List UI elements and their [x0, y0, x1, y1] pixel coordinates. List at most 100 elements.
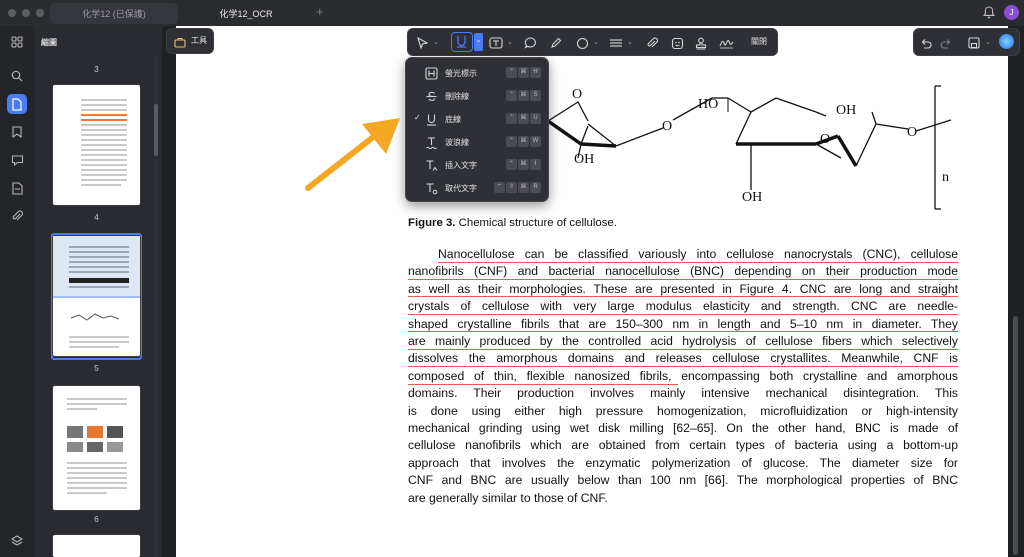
paperclip-icon[interactable] [644, 35, 660, 51]
chevron-down-icon[interactable]: ⌄ [474, 33, 483, 51]
close-window-button[interactable] [8, 9, 16, 17]
apps-grid-icon[interactable] [7, 32, 27, 52]
shortcut-key: ⌘ [518, 113, 529, 124]
paragraph-line: shaped crystalline fibrils that are 150–… [408, 316, 958, 331]
chevron-down-icon[interactable]: ⌄ [433, 38, 439, 46]
chevron-down-icon[interactable]: ⌄ [507, 38, 513, 46]
tools-button[interactable]: 工具 [166, 28, 214, 54]
paragraph-line: is done using either high pressure homog… [408, 403, 958, 418]
figure-caption-text: Chemical structure of cellulose. [455, 217, 617, 229]
insert-text-icon [425, 159, 438, 172]
page-thumbnail-5[interactable] [53, 236, 140, 356]
textbox-icon[interactable] [488, 35, 504, 51]
paragraph-line: Nanocellulose can be classified variousl… [438, 247, 958, 261]
checkmark-icon: ✓ [414, 113, 421, 122]
underline-icon [425, 113, 438, 126]
menu-item-insert-text[interactable]: 插入文字 ⌃ ⌘ I [406, 154, 548, 177]
right-toolbar: ⌄ [913, 28, 1020, 56]
sticker-icon[interactable] [669, 35, 685, 51]
shortcut-key: ⌃ [506, 113, 517, 124]
ho-label: HO [698, 97, 718, 112]
page-number: 5 [94, 364, 99, 373]
thumbnail-scrollbar[interactable] [154, 104, 158, 156]
shortcut-key: ⌘ [518, 67, 529, 78]
squiggly-icon [425, 136, 438, 150]
page-number: 4 [94, 213, 99, 222]
shortcut-key: ⇧ [506, 182, 517, 193]
menu-item-highlight[interactable]: 螢光標示 ⌃ ⌘ H [406, 62, 548, 85]
shortcut-key: ⌘ [518, 182, 529, 193]
signature-icon[interactable] [718, 35, 734, 51]
zoom-window-button[interactable] [36, 9, 44, 17]
shortcut-key: ⌘ [518, 159, 529, 170]
left-rail [0, 26, 35, 557]
menu-item-underline[interactable]: ✓ 底線 ⌃ ⌘ U [406, 108, 548, 131]
shortcut-key: I [530, 159, 541, 170]
shortcut-key: ⌃ [506, 159, 517, 170]
avatar[interactable]: J [1004, 5, 1019, 20]
page-thumbnail-7[interactable] [53, 535, 140, 557]
shortcut-key: ⌘ [518, 90, 529, 101]
menu-item-label: 螢光標示 [445, 69, 477, 78]
paragraph-line: domains. Their production involves mainl… [408, 386, 958, 401]
ai-assistant-icon[interactable] [999, 34, 1014, 49]
tab-ocr[interactable]: 化学12_OCR [182, 3, 310, 24]
shortcut-key: S [530, 90, 541, 101]
tab-protected[interactable]: 化学12 (已保護) [50, 3, 178, 24]
redo-icon[interactable] [938, 35, 954, 51]
attachment-icon[interactable] [7, 206, 27, 226]
menu-item-label: 取代文字 [445, 184, 477, 193]
figure-number: Figure 3. [408, 217, 456, 229]
stamp-icon[interactable] [693, 35, 709, 51]
pdf-page: O OH O HO OH O OH O n Figure 3. Chemical… [176, 26, 1008, 557]
thumbnail-panel: 縮圖 3 4 5 6 [34, 26, 162, 557]
paragraph-line: cellulose nanofibrils which are obtained… [408, 438, 958, 453]
minimize-window-button[interactable] [22, 9, 30, 17]
tab-label: 化学12_OCR [219, 9, 273, 19]
paragraph-line: composed of thin, flexible nanosized fib… [408, 368, 958, 383]
new-tab-button[interactable]: + [316, 4, 324, 19]
shortcut-key: U [530, 113, 541, 124]
chevron-down-icon[interactable]: ⌄ [985, 38, 991, 46]
document-icon[interactable] [7, 178, 27, 198]
underline-tool-button[interactable] [451, 32, 473, 52]
pointer-arrow-icon [305, 118, 400, 191]
comment-icon[interactable] [522, 35, 538, 51]
menu-item-strikethrough[interactable]: 刪除線 ⌃ ⌘ S [406, 85, 548, 108]
shortcut-key: ⌃ [506, 90, 517, 101]
toolbox-icon [174, 35, 186, 48]
menu-item-label: 波浪線 [445, 138, 469, 147]
chevron-down-icon[interactable]: ⌄ [593, 38, 599, 46]
search-icon[interactable] [7, 66, 27, 86]
paragraph-line: are mainly produced by the controlled ac… [408, 334, 958, 349]
paragraph-line: are generally similar to those of CNF. [408, 490, 608, 505]
circle-shape-icon[interactable] [574, 35, 590, 51]
page-number: 3 [94, 65, 99, 74]
paragraph-line: dissolves the amorphous domains and rele… [408, 351, 958, 366]
bookmark-icon[interactable] [7, 122, 27, 142]
chevron-down-icon[interactable]: ⌄ [627, 38, 633, 46]
close-toolbar-button[interactable]: 關閉 [751, 36, 767, 47]
bell-icon[interactable] [983, 6, 995, 19]
layers-icon[interactable] [7, 531, 27, 551]
shortcut-key: W [530, 136, 541, 147]
page-thumbnail-6[interactable] [53, 386, 140, 510]
oh-label: OH [574, 152, 594, 167]
save-icon[interactable] [966, 35, 982, 51]
thumbnails-icon[interactable] [7, 94, 27, 114]
comments-icon[interactable] [7, 150, 27, 170]
title-bar: 化学12 (已保護) 化学12_OCR + J [0, 0, 1024, 26]
lines-icon[interactable] [608, 35, 624, 51]
menu-item-squiggly[interactable]: 波浪線 ⌃ ⌘ W [406, 131, 548, 154]
shortcut-key: ⌃ [506, 136, 517, 147]
page-thumbnail-4[interactable] [53, 85, 140, 205]
pencil-icon[interactable] [548, 35, 564, 51]
oh-label: OH [742, 190, 762, 205]
undo-icon[interactable] [918, 35, 934, 51]
menu-item-replace-text[interactable]: 取代文字 ⌃ ⇧ ⌘ R [406, 177, 548, 200]
select-arrow-icon[interactable] [414, 35, 430, 51]
page-number: 6 [94, 515, 99, 524]
shortcut-key: ⌃ [494, 182, 505, 193]
menu-item-label: 底線 [445, 115, 461, 124]
document-scrollbar[interactable] [1013, 316, 1018, 555]
